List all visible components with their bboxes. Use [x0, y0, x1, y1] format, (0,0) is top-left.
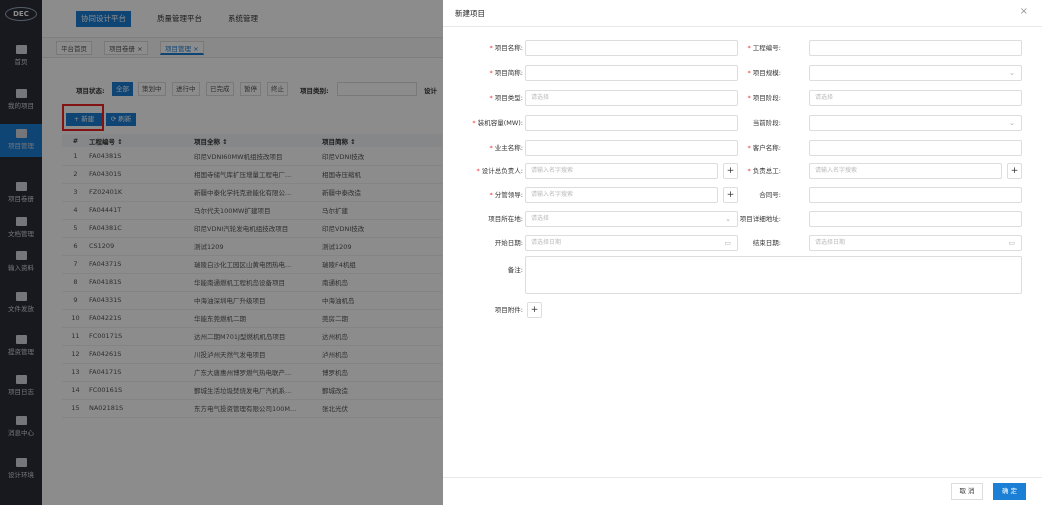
right-field-input-4[interactable]	[809, 140, 1022, 156]
input-placeholder: 请输入名字搜索	[815, 167, 858, 174]
field-label-text: 项目所在地:	[488, 215, 523, 223]
right-field-label-4: * 客户名称:	[701, 140, 781, 156]
field-label-text: 业主名称:	[494, 144, 523, 152]
input-placeholder: 请输入名字搜索	[531, 191, 574, 198]
right-field-label-3: 当前阶段:	[701, 115, 781, 131]
divider	[443, 26, 1042, 27]
divider	[443, 477, 1042, 478]
field-label-text: 项目阶段:	[752, 94, 781, 102]
input-placeholder: 请选择	[531, 215, 550, 222]
chevron-down-icon: ⌄	[1009, 69, 1015, 77]
left-field-input-6[interactable]: 请输入名字搜索	[525, 187, 718, 203]
right-field-label-6: 合同号:	[701, 187, 781, 203]
field-label-text: 开始日期:	[494, 239, 523, 247]
field-label-text: 分管领导:	[494, 191, 523, 199]
chevron-down-icon: ⌄	[1009, 119, 1015, 127]
left-field-label-2: * 项目类型:	[443, 90, 523, 106]
left-field-input-5[interactable]: 请输入名字搜索	[525, 163, 718, 179]
left-field-label-6: * 分管领导:	[443, 187, 523, 203]
right-field-input-5[interactable]: 请输入名字搜索	[809, 163, 1002, 179]
add-attachment-button[interactable]: +	[527, 302, 542, 318]
field-label-text: 装机容量(MW):	[477, 119, 523, 127]
right-field-input-2[interactable]: 请选择	[809, 90, 1022, 106]
right-field-label-0: * 工程编号:	[701, 40, 781, 56]
field-label-text: 项目简称:	[494, 69, 523, 77]
field-label-text: 负责总工:	[752, 167, 781, 175]
left-field-label-1: * 项目简称:	[443, 65, 523, 81]
field-label-text: 客户名称:	[752, 144, 781, 152]
right-field-label-7: 项目详细地址:	[701, 211, 781, 227]
left-field-label-3: * 装机容量(MW):	[443, 115, 523, 131]
field-label-text: 项目名称:	[494, 44, 523, 52]
calendar-icon: ▭	[1008, 239, 1015, 247]
field-label-text: 结束日期:	[752, 239, 781, 247]
left-field-label-7: 项目所在地:	[443, 211, 523, 227]
right-field-label-2: * 项目阶段:	[701, 90, 781, 106]
input-placeholder: 请选择	[531, 94, 550, 101]
left-field-label-4: * 业主名称:	[443, 140, 523, 156]
new-project-dialog: 新建项目 × * 项目名称: * 项目简称: * 项目类型: 请选择 * 装机容量(MW…	[443, 0, 1042, 505]
right-field-input-3[interactable]: ⌄	[809, 115, 1022, 131]
right-field-input-7[interactable]	[809, 211, 1022, 227]
right-field-input-8[interactable]: 请选择日期 ▭	[809, 235, 1022, 251]
ok-button[interactable]: 确 定	[993, 483, 1026, 500]
add-person-button[interactable]: +	[1007, 163, 1022, 179]
left-field-label-5: * 设计总负责人:	[443, 163, 523, 179]
right-field-label-5: * 负责总工:	[701, 163, 781, 179]
right-field-label-8: 结束日期:	[701, 235, 781, 251]
right-field-input-0[interactable]	[809, 40, 1022, 56]
right-field-input-1[interactable]: ⌄	[809, 65, 1022, 81]
close-icon[interactable]: ×	[1020, 6, 1028, 17]
field-label-text: 当前阶段:	[752, 119, 781, 127]
field-label-text: 项目详细地址:	[739, 215, 781, 223]
right-field-input-6[interactable]	[809, 187, 1022, 203]
field-label-text: 项目规模:	[752, 69, 781, 77]
field-label-text: 设计总负责人:	[481, 167, 523, 175]
field-label-text: 合同号:	[759, 191, 781, 199]
input-placeholder: 请输入名字搜索	[531, 167, 574, 174]
input-placeholder: 请选择日期	[531, 239, 562, 246]
dialog-title: 新建项目	[455, 9, 485, 18]
remark-textarea[interactable]	[525, 256, 1022, 294]
right-field-label-1: * 项目规模:	[701, 65, 781, 81]
attachment-label: 项目附件:	[494, 306, 523, 314]
left-field-label-8: 开始日期:	[443, 235, 523, 251]
input-placeholder: 请选择	[815, 94, 834, 101]
remark-label: 备注:	[507, 266, 523, 274]
left-field-label-0: * 项目名称:	[443, 40, 523, 56]
field-label-text: 工程编号:	[752, 44, 781, 52]
field-label-text: 项目类型:	[494, 94, 523, 102]
cancel-button[interactable]: 取 消	[951, 483, 983, 500]
input-placeholder: 请选择日期	[815, 239, 846, 246]
